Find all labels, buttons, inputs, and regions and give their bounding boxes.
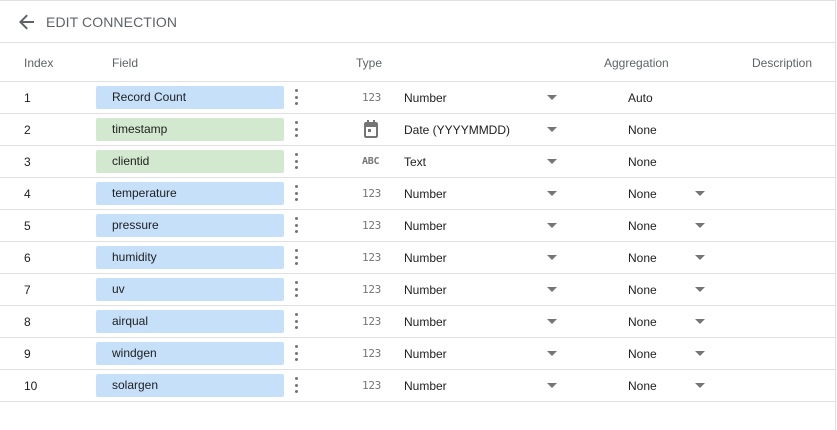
- column-header-type: Type: [356, 56, 383, 70]
- type-value: Number: [404, 251, 447, 265]
- field-chip[interactable]: pressure: [96, 214, 284, 237]
- aggregation-value: None: [628, 347, 657, 361]
- text-type-icon: ABC: [362, 156, 380, 167]
- column-header-aggregation: Aggregation: [604, 56, 669, 70]
- number-type-icon: 123: [362, 379, 381, 392]
- type-value: Number: [404, 219, 447, 233]
- aggregation-value: None: [628, 379, 657, 393]
- aggregation-caret-down-icon[interactable]: [695, 319, 705, 324]
- more-vert-icon[interactable]: [288, 119, 304, 139]
- type-caret-down-icon[interactable]: [547, 255, 557, 260]
- type-caret-down-icon[interactable]: [547, 95, 557, 100]
- field-chip[interactable]: timestamp: [96, 118, 284, 141]
- row-index: 5: [24, 219, 31, 233]
- number-type-icon: 123: [362, 219, 381, 232]
- more-vert-icon[interactable]: [288, 375, 304, 395]
- arrow-left-icon: [19, 14, 34, 29]
- row-index: 4: [24, 187, 31, 201]
- table-row: 6 humidity 123 Number None: [0, 242, 835, 274]
- column-header-description: Description: [752, 56, 813, 70]
- field-chip[interactable]: humidity: [96, 246, 284, 269]
- number-type-icon: 123: [362, 187, 381, 200]
- table-row: 4 temperature 123 Number None: [0, 178, 835, 210]
- type-caret-down-icon[interactable]: [547, 223, 557, 228]
- number-type-icon: 123: [362, 283, 381, 296]
- row-index: 7: [24, 283, 31, 297]
- type-value: Number: [404, 315, 447, 329]
- column-header-index: Index: [24, 56, 54, 70]
- table-row: 5 pressure 123 Number None: [0, 210, 835, 242]
- row-index: 9: [24, 347, 31, 361]
- type-value: Date (YYYYMMDD): [404, 123, 511, 137]
- row-index: 10: [24, 379, 38, 393]
- field-chip[interactable]: solargen: [96, 374, 284, 397]
- edit-connection-panel: EDIT CONNECTION Index Field Type Aggrega…: [0, 0, 836, 430]
- aggregation-value: None: [628, 123, 657, 137]
- field-chip[interactable]: airqual: [96, 310, 284, 333]
- aggregation-caret-down-icon[interactable]: [695, 223, 705, 228]
- aggregation-value: None: [628, 187, 657, 201]
- more-vert-icon[interactable]: [288, 87, 304, 107]
- column-header-field: Field: [112, 56, 139, 70]
- back-button[interactable]: [16, 11, 38, 33]
- aggregation-value: None: [628, 251, 657, 265]
- table-row: 7 uv 123 Number None: [0, 274, 835, 306]
- more-vert-icon[interactable]: [288, 215, 304, 235]
- aggregation-value: Auto: [628, 91, 653, 105]
- table-row: 1 Record Count 123 Number Auto: [0, 82, 835, 114]
- aggregation-value: None: [628, 155, 657, 169]
- aggregation-value: None: [628, 315, 657, 329]
- table-row: 8 airqual 123 Number None: [0, 306, 835, 338]
- number-type-icon: 123: [362, 91, 381, 104]
- field-chip[interactable]: windgen: [96, 342, 284, 365]
- page-title: EDIT CONNECTION: [46, 13, 178, 30]
- aggregation-caret-down-icon[interactable]: [695, 287, 705, 292]
- field-chip[interactable]: temperature: [96, 182, 284, 205]
- more-vert-icon[interactable]: [288, 183, 304, 203]
- more-vert-icon[interactable]: [288, 343, 304, 363]
- row-index: 6: [24, 251, 31, 265]
- row-index: 1: [24, 91, 31, 105]
- type-value: Number: [404, 379, 447, 393]
- field-chip[interactable]: Record Count: [96, 86, 284, 109]
- row-index: 8: [24, 315, 31, 329]
- table-row: 2 timestamp Date (YYYYMMDD) None: [0, 114, 835, 146]
- type-caret-down-icon[interactable]: [547, 191, 557, 196]
- panel-header: EDIT CONNECTION: [0, 1, 835, 43]
- field-list: 1 Record Count 123 Number Auto 2 timestamp Date…: [0, 82, 835, 402]
- table-row: 3 clientid ABC Text None: [0, 146, 835, 178]
- number-type-icon: 123: [362, 251, 381, 264]
- aggregation-caret-down-icon[interactable]: [695, 191, 705, 196]
- aggregation-value: None: [628, 283, 657, 297]
- more-vert-icon[interactable]: [288, 279, 304, 299]
- field-chip[interactable]: uv: [96, 278, 284, 301]
- type-value: Number: [404, 283, 447, 297]
- more-vert-icon[interactable]: [288, 311, 304, 331]
- number-type-icon: 123: [362, 315, 381, 328]
- type-caret-down-icon[interactable]: [547, 159, 557, 164]
- type-caret-down-icon[interactable]: [547, 351, 557, 356]
- more-vert-icon[interactable]: [288, 247, 304, 267]
- type-value: Number: [404, 91, 447, 105]
- type-caret-down-icon[interactable]: [547, 319, 557, 324]
- type-value: Number: [404, 187, 447, 201]
- aggregation-caret-down-icon[interactable]: [695, 383, 705, 388]
- number-type-icon: 123: [362, 347, 381, 360]
- aggregation-caret-down-icon[interactable]: [695, 255, 705, 260]
- type-value: Text: [404, 155, 427, 169]
- table-row: 10 solargen 123 Number None: [0, 370, 835, 402]
- type-value: Number: [404, 347, 447, 361]
- row-index: 3: [24, 155, 31, 169]
- aggregation-value: None: [628, 219, 657, 233]
- calendar-icon: [362, 120, 388, 138]
- type-caret-down-icon[interactable]: [547, 287, 557, 292]
- type-caret-down-icon[interactable]: [547, 127, 557, 132]
- row-index: 2: [24, 123, 31, 137]
- type-caret-down-icon[interactable]: [547, 383, 557, 388]
- aggregation-caret-down-icon[interactable]: [695, 351, 705, 356]
- more-vert-icon[interactable]: [288, 151, 304, 171]
- field-chip[interactable]: clientid: [96, 150, 284, 173]
- column-header-row: Index Field Type Aggregation Description: [0, 43, 835, 82]
- table-row: 9 windgen 123 Number None: [0, 338, 835, 370]
